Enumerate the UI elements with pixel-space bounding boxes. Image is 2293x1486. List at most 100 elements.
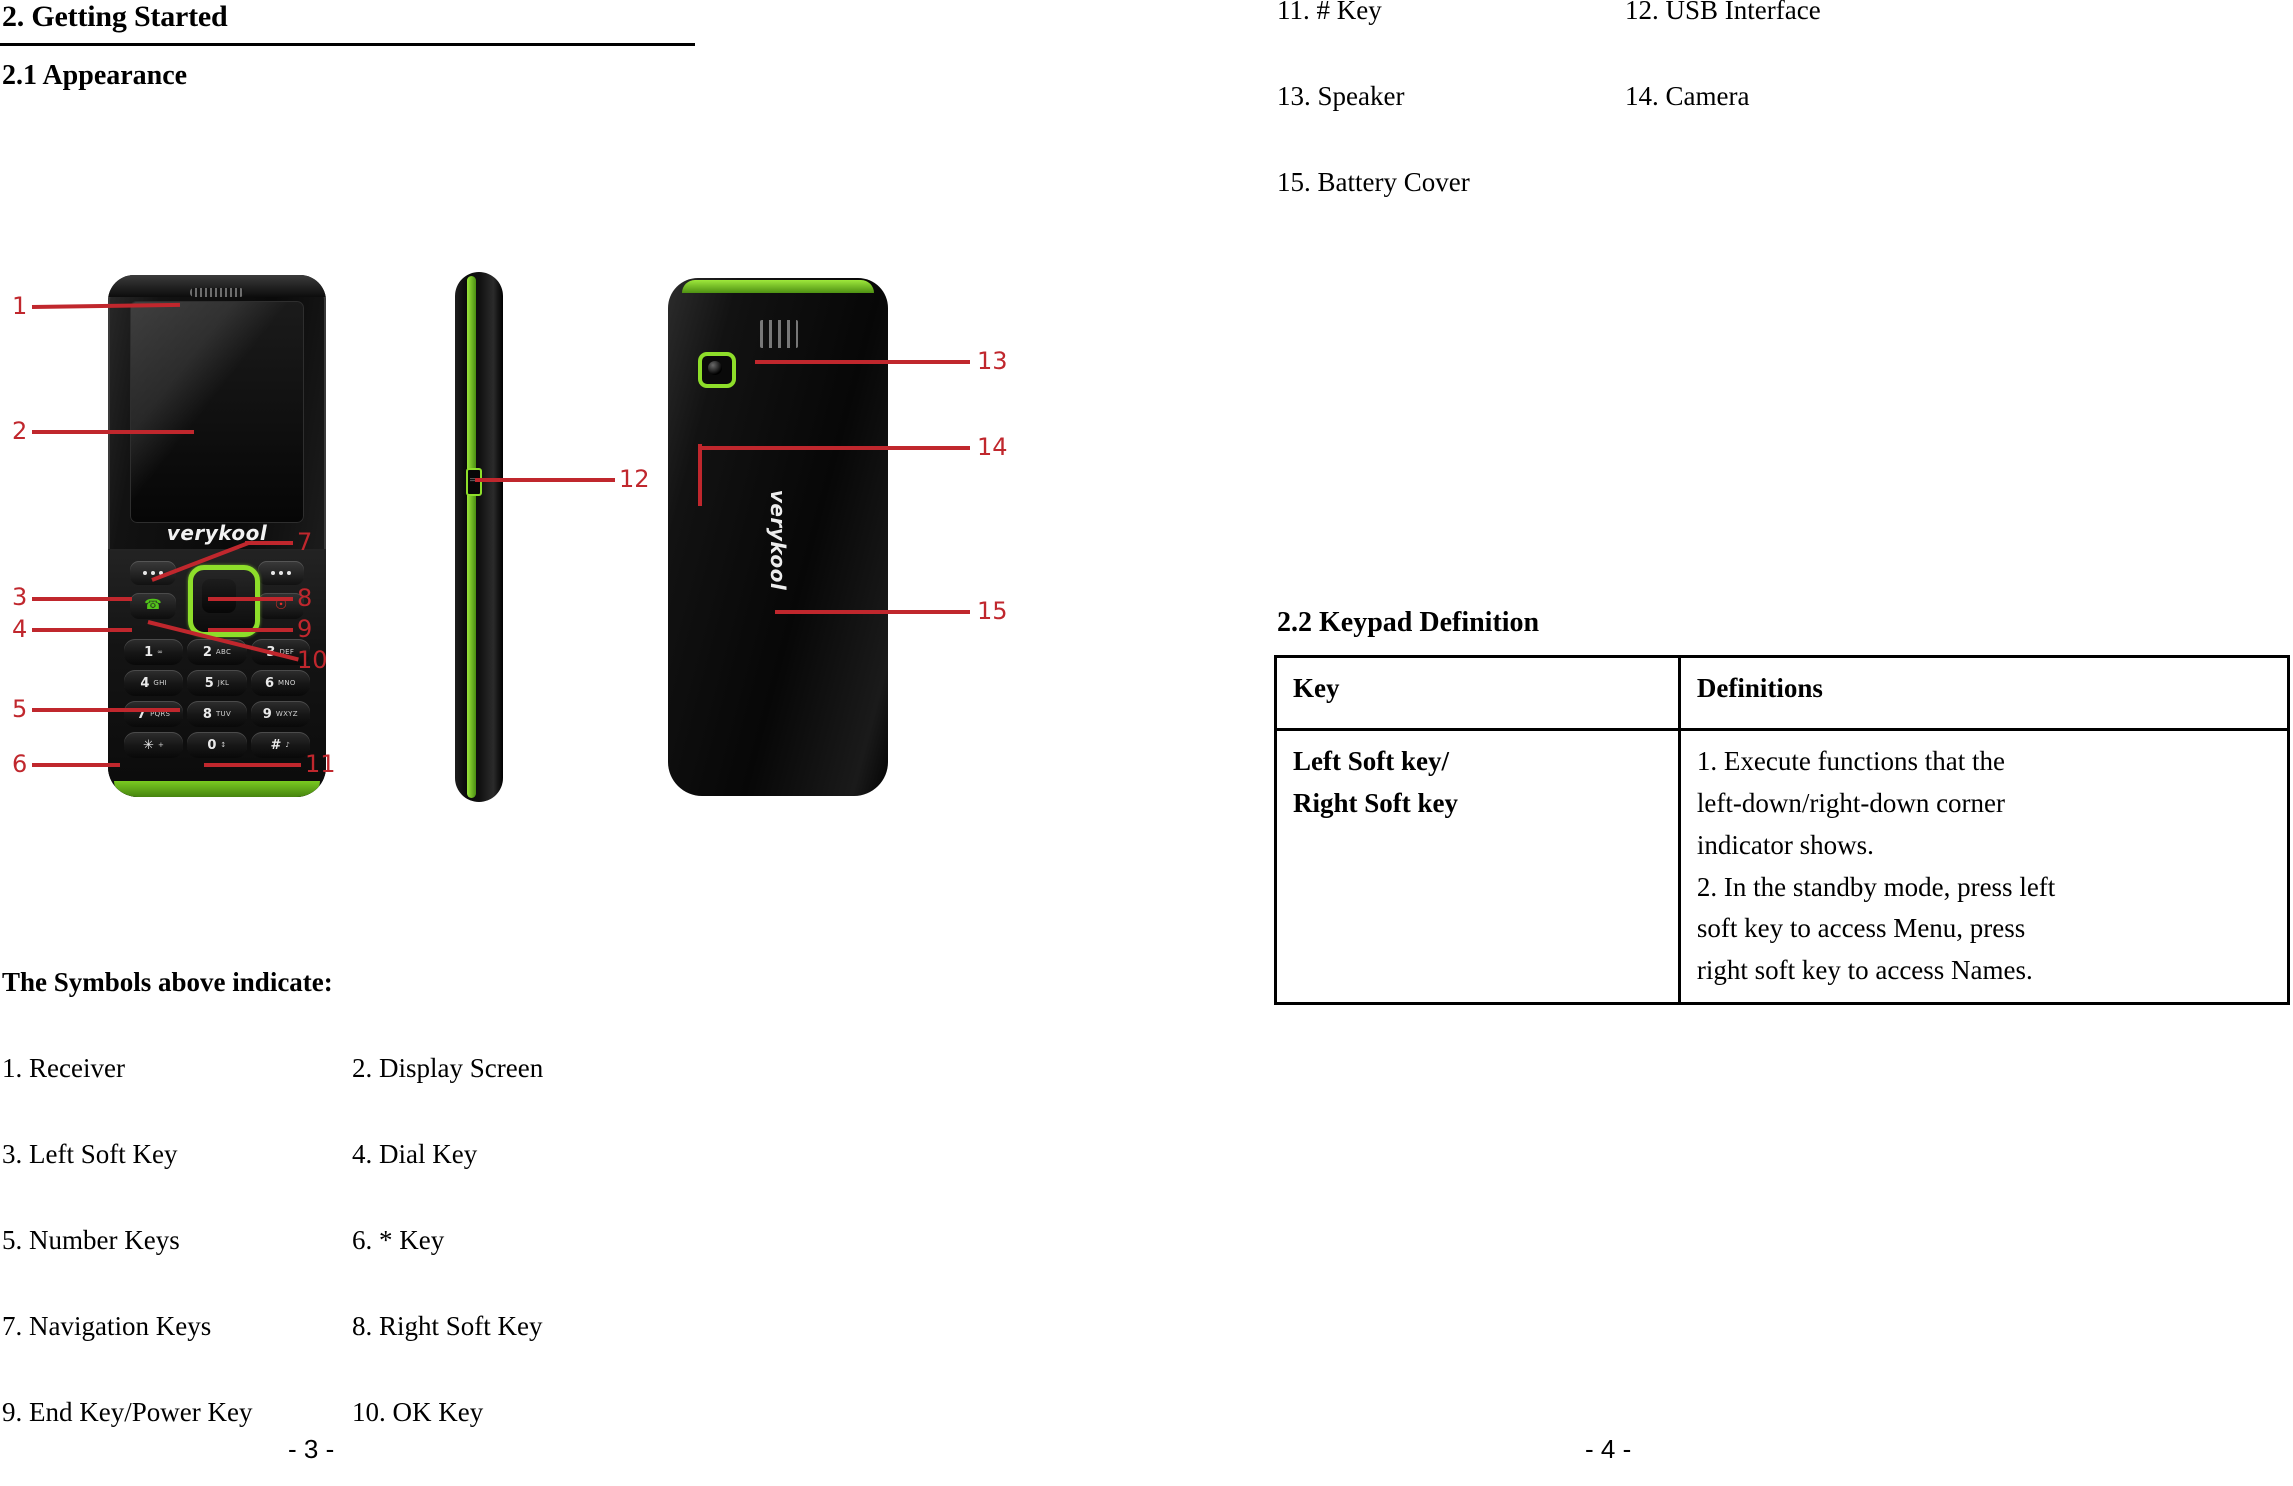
definition-line: 1. Execute functions that the bbox=[1696, 746, 2006, 776]
symbol-item: 15. Battery Cover bbox=[1277, 167, 1470, 197]
left-page: 2. Getting Started 2.1 Appearance veryko… bbox=[0, 0, 1150, 1486]
table-header-definitions: Definitions bbox=[1677, 655, 2291, 731]
leader-line-14 bbox=[700, 446, 970, 450]
number-key-#: # ♪ bbox=[250, 732, 310, 758]
table-cell-key: Left Soft key/Right Soft key bbox=[1274, 727, 1681, 1006]
number-key-digit: ✳ bbox=[143, 737, 155, 753]
phone-back-view: verykool bbox=[668, 278, 888, 796]
number-key-letters: TUV bbox=[215, 710, 232, 718]
callout-5: 5 bbox=[12, 695, 28, 723]
number-key-letters: ↕ bbox=[220, 741, 227, 749]
leader-line-11 bbox=[204, 763, 301, 767]
number-key-0: 0 ↕ bbox=[187, 732, 247, 758]
leader-line-8 bbox=[208, 597, 293, 601]
definition-line: 2. In the standby mode, press left bbox=[1696, 871, 2056, 902]
number-key-digit: 4 bbox=[140, 675, 150, 691]
number-key-letters: ABC bbox=[215, 648, 232, 656]
leader-line-4 bbox=[32, 628, 132, 632]
callout-10: 10 bbox=[297, 646, 328, 674]
number-key-7: 7 PQRS bbox=[124, 701, 184, 727]
keypad-definition-table: Key Definitions Left Soft key/Right Soft k… bbox=[1274, 655, 2291, 1006]
number-key-letters: ♪ bbox=[285, 741, 291, 749]
camera-lens-icon bbox=[698, 352, 736, 388]
symbol-item: 13. Speaker bbox=[1277, 81, 1405, 111]
number-key-1: 1 ∞ bbox=[124, 639, 184, 665]
table-cell-definition: 1. Execute functions that the left-down/r… bbox=[1677, 727, 2291, 1006]
symbols-intro: The Symbols above indicate: bbox=[2, 967, 333, 997]
number-key-letters: ∞ bbox=[157, 648, 164, 656]
number-key-letters: JKL bbox=[217, 679, 230, 687]
leader-line-9 bbox=[208, 628, 293, 632]
display-screen bbox=[130, 301, 304, 523]
navigation-keys-ring bbox=[188, 565, 260, 637]
symbol-item: 9. End Key/Power Key bbox=[2, 1397, 253, 1427]
callout-14: 14 bbox=[977, 433, 1008, 461]
definition-line: indicator shows. bbox=[1696, 829, 1874, 860]
leader-line-5 bbox=[32, 708, 180, 712]
number-key-✳: ✳ + bbox=[124, 732, 184, 758]
symbol-item: 8. Right Soft Key bbox=[352, 1311, 543, 1341]
number-key-letters: WXYZ bbox=[275, 710, 298, 718]
symbol-item: 3. Left Soft Key bbox=[2, 1139, 178, 1169]
leader-line-12 bbox=[475, 478, 615, 482]
leader-line-6 bbox=[32, 763, 120, 767]
number-key-9: 9 WXYZ bbox=[250, 701, 310, 727]
definition-line: right soft key to access Names. bbox=[1696, 955, 2033, 986]
callout-2: 2 bbox=[12, 417, 28, 445]
callout-11: 11 bbox=[305, 750, 336, 778]
symbol-item: 4. Dial Key bbox=[352, 1139, 478, 1169]
callout-6: 6 bbox=[12, 750, 28, 778]
symbol-item: 7. Navigation Keys bbox=[2, 1311, 212, 1341]
number-key-digit: 5 bbox=[204, 675, 214, 691]
callout-9: 9 bbox=[297, 615, 313, 643]
table-row: Left Soft key/Right Soft key 1. Execute f… bbox=[1274, 727, 2291, 1006]
leader-line-13 bbox=[755, 360, 970, 364]
phone-appearance-figure: verykool ☎ ☉ 1∞2ABC3DEF4GHI5JKL6MNO7PQRS… bbox=[0, 0, 1150, 900]
callout-13: 13 bbox=[977, 347, 1008, 375]
symbol-item: 10. OK Key bbox=[352, 1397, 484, 1427]
number-key-8: 8 TUV bbox=[187, 701, 247, 727]
symbol-item: 14. Camera bbox=[1625, 81, 1750, 111]
back-green-top-trim bbox=[682, 280, 874, 293]
leader-line-2 bbox=[32, 430, 194, 434]
callout-12: 12 bbox=[619, 465, 650, 493]
brand-logo-front: verykool bbox=[166, 521, 268, 545]
number-key-5: 5 JKL bbox=[187, 670, 247, 696]
phone-front-view: verykool ☎ ☉ 1∞2ABC3DEF4GHI5JKL6MNO7PQRS… bbox=[108, 275, 326, 797]
ok-key bbox=[202, 579, 236, 613]
symbol-item: 6. * Key bbox=[352, 1225, 445, 1255]
leader-line-14-stub bbox=[698, 444, 702, 506]
page-number-right: - 4 - bbox=[1585, 1434, 1632, 1464]
definition-line: left-down/right-down corner bbox=[1696, 787, 2006, 818]
page-number-left: - 3 - bbox=[288, 1434, 335, 1464]
symbol-item: 12. USB Interface bbox=[1625, 0, 1821, 25]
subsection-heading-keypad: 2.2 Keypad Definition bbox=[1277, 607, 1540, 638]
leader-line-7b bbox=[245, 541, 293, 545]
symbol-item: 5. Number Keys bbox=[2, 1225, 180, 1255]
callout-3: 3 bbox=[12, 583, 28, 611]
number-key-letters: + bbox=[158, 741, 165, 749]
receiver-grille-icon bbox=[190, 288, 244, 297]
number-key-digit: 8 bbox=[202, 706, 212, 722]
key-line: Left Soft key/ bbox=[1293, 746, 1449, 776]
number-key-4: 4 GHI bbox=[124, 670, 184, 696]
brand-logo-back: verykool bbox=[766, 489, 790, 591]
callout-1: 1 bbox=[12, 292, 28, 320]
number-key-digit: 2 bbox=[202, 644, 212, 660]
callout-15: 15 bbox=[977, 597, 1008, 625]
number-key-digit: # bbox=[270, 737, 282, 753]
table-header-row: Key Definitions bbox=[1274, 655, 2291, 731]
right-page: 11. # Key 12. USB Interface 13. Speaker 14.… bbox=[1150, 0, 2293, 1486]
leader-line-3 bbox=[32, 597, 132, 601]
definition-line: soft key to access Menu, press bbox=[1696, 913, 2026, 944]
front-green-bottom-trim bbox=[114, 781, 320, 797]
right-soft-key-dots-icon bbox=[258, 561, 304, 585]
speaker-grille-icon bbox=[760, 320, 798, 348]
phone-side-view bbox=[455, 272, 503, 802]
number-key-letters: MNO bbox=[278, 679, 296, 687]
symbol-item: 2. Display Screen bbox=[352, 1053, 544, 1083]
leader-line-15 bbox=[775, 610, 970, 614]
table-header-key: Key bbox=[1274, 655, 1681, 731]
symbol-item: 11. # Key bbox=[1277, 0, 1382, 25]
callout-7: 7 bbox=[297, 528, 313, 556]
